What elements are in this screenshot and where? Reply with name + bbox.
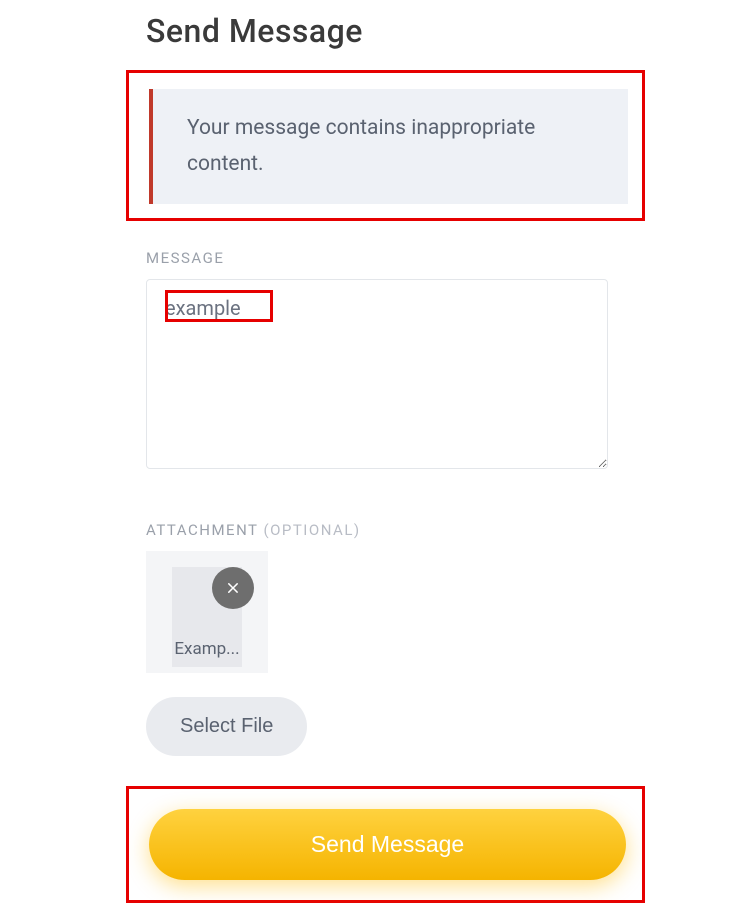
close-icon	[224, 579, 242, 597]
submit-highlight-box: Send Message	[126, 786, 645, 903]
attachment-preview: Examp...	[146, 551, 268, 673]
alert-highlight-box: Your message contains inappropriate cont…	[126, 70, 645, 221]
attachment-filename: Examp...	[174, 639, 239, 659]
message-field-wrap	[146, 279, 608, 469]
message-input[interactable]	[147, 280, 607, 468]
attachment-optional-text: (OPTIONAL)	[263, 521, 360, 539]
error-alert: Your message contains inappropriate cont…	[149, 89, 628, 204]
error-alert-text: Your message contains inappropriate cont…	[187, 116, 535, 176]
attachment-label: ATTACHMENT (OPTIONAL)	[146, 521, 620, 539]
select-file-button[interactable]: Select File	[146, 697, 307, 756]
send-message-button[interactable]: Send Message	[149, 809, 626, 880]
remove-attachment-button[interactable]	[212, 567, 254, 609]
page-title: Send Message	[146, 12, 620, 50]
attachment-label-text: ATTACHMENT	[146, 521, 263, 539]
message-label: MESSAGE	[146, 249, 620, 267]
